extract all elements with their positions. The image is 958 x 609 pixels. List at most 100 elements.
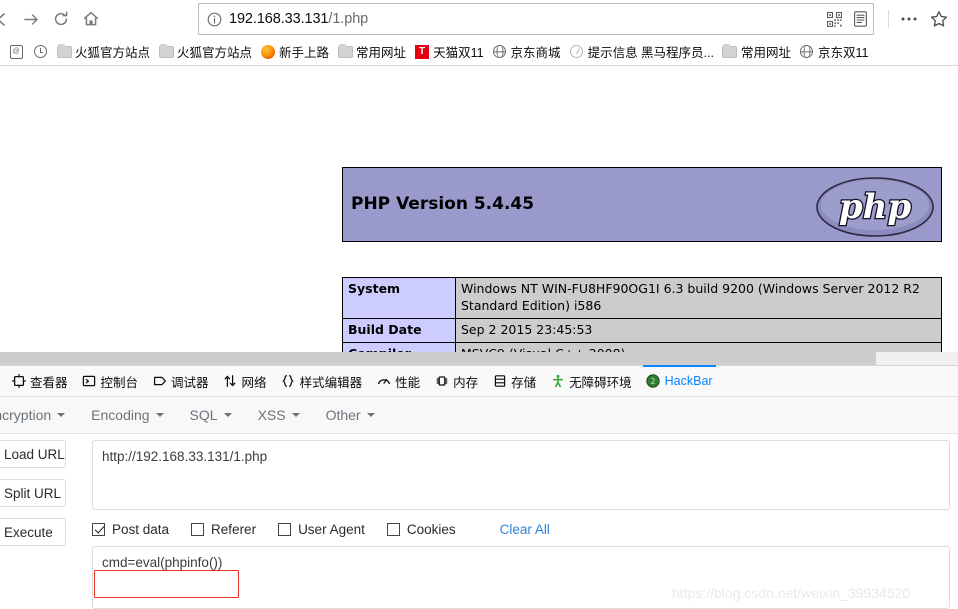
url-text[interactable]: 192.168.33.131/1.php	[229, 11, 821, 27]
table-cell-key: System	[342, 277, 456, 319]
scrollbar-thumb[interactable]	[0, 352, 876, 365]
devtools-tabbar: 查看器 控制台 调试器 网络 样式编辑器 性能 内存 存储 无障碍环境 2 Ha…	[0, 364, 958, 397]
hackbar-options: Post data Referer User Agent Cookies Cle…	[92, 522, 550, 537]
button-label: Execute	[4, 524, 53, 540]
cookies-checkbox[interactable]	[386, 523, 400, 536]
tab-hackbar[interactable]: 2 HackBar	[639, 364, 720, 397]
bookmark-item[interactable]: 京东商城	[488, 41, 565, 63]
option-label: User Agent	[298, 522, 365, 537]
home-button[interactable]	[76, 4, 106, 34]
bookmark-item[interactable]: @	[4, 41, 28, 63]
reload-button[interactable]	[46, 4, 76, 34]
globe-icon	[799, 44, 815, 60]
network-icon	[223, 374, 238, 389]
menu-encoding[interactable]: Encoding	[78, 397, 176, 434]
bookmark-label: 常用网址	[740, 46, 791, 60]
tab-network[interactable]: 网络	[216, 366, 274, 397]
tab-style-editor[interactable]: 样式编辑器	[274, 366, 370, 397]
tab-performance[interactable]: 性能	[369, 366, 427, 397]
menu-label: SQL	[189, 407, 218, 423]
user-agent-checkbox[interactable]	[278, 523, 292, 536]
folder-icon	[722, 43, 738, 60]
menu-encryption[interactable]: Encryption	[0, 397, 78, 434]
chrome-actions	[883, 3, 954, 35]
tab-label: 调试器	[171, 375, 209, 390]
url-input[interactable]	[92, 440, 950, 510]
bookmark-item[interactable]: 新手上路	[256, 41, 333, 63]
star-icon[interactable]	[924, 4, 954, 34]
browser-chrome: 192.168.33.131/1.php @ 火狐官方站点 火狐官方站点 新手上…	[0, 0, 958, 66]
clear-all-link[interactable]: Clear All	[500, 522, 550, 537]
forward-button[interactable]	[16, 4, 46, 34]
tab-debugger[interactable]: 调试器	[145, 366, 216, 397]
hackbar-menubar: Encryption Encoding SQL XSS Other	[0, 397, 958, 434]
referer-checkbox[interactable]	[191, 523, 205, 536]
reader-view-icon[interactable]	[847, 4, 873, 34]
tab-label: HackBar	[664, 374, 713, 388]
bookmark-label: 提示信息 黑马程序员...	[587, 46, 714, 60]
url-path: /1.php	[328, 11, 369, 27]
folder-icon	[56, 43, 72, 60]
menu-label: XSS	[257, 407, 286, 423]
menu-other[interactable]: Other	[313, 397, 388, 434]
option-post-data[interactable]: Post data	[92, 522, 169, 537]
url-bar[interactable]: 192.168.33.131/1.php	[198, 3, 874, 35]
bookmark-label: 新手上路	[279, 46, 330, 60]
folder-icon	[337, 43, 353, 60]
button-label: Load URL	[4, 446, 65, 462]
url-bar-actions	[821, 4, 873, 34]
debugger-icon	[152, 374, 167, 389]
tab-accessibility[interactable]: 无障碍环境	[543, 366, 639, 397]
chrome-divider	[888, 10, 889, 28]
tab-label: 内存	[453, 375, 479, 390]
bookmark-item[interactable]: 火狐官方站点	[52, 41, 154, 63]
hackbar-action-buttons: Load URL ✂ Split URL Execute	[0, 440, 66, 557]
execute-button[interactable]: Execute	[0, 518, 66, 546]
memory-icon	[434, 374, 449, 389]
url-host: 192.168.33.131	[229, 11, 329, 27]
bookmark-item[interactable]: 火狐官方站点	[154, 41, 256, 63]
tab-label: 样式编辑器	[299, 375, 363, 390]
chevron-down-icon	[155, 413, 164, 417]
bookmark-item[interactable]	[28, 41, 52, 63]
chevron-down-icon	[291, 413, 300, 417]
devtools-panel: 查看器 控制台 调试器 网络 样式编辑器 性能 内存 存储 无障碍环境 2 Ha…	[0, 364, 958, 609]
storage-icon	[492, 374, 507, 389]
bookmark-item[interactable]: 提示信息 黑马程序员...	[565, 41, 718, 63]
back-button[interactable]	[0, 4, 16, 34]
bookmark-item[interactable]: T 天猫双11	[410, 41, 487, 63]
ellipsis-icon[interactable]	[894, 4, 924, 34]
table-row: Build Date Sep 2 2015 23:45:53	[342, 317, 942, 343]
load-url-button[interactable]: Load URL	[0, 440, 66, 468]
table-row: Compiler MSVC9 (Visual C++ 2008)	[342, 341, 942, 352]
split-url-button[interactable]: ✂ Split URL	[0, 479, 66, 507]
menu-xss[interactable]: XSS	[245, 397, 313, 434]
page-horizontal-scrollbar[interactable]	[0, 352, 958, 365]
tab-storage[interactable]: 存储	[485, 366, 543, 397]
menu-sql[interactable]: SQL	[177, 397, 245, 434]
bookmark-item[interactable]: 常用网址	[333, 41, 410, 63]
post-data-checkbox[interactable]	[92, 523, 105, 536]
tab-label: 控制台	[100, 375, 139, 390]
watermark-text: https://blog.csdn.net/weixin_39934520	[672, 585, 911, 601]
option-cookies[interactable]: Cookies	[386, 522, 456, 537]
tab-inspector[interactable]: 查看器	[4, 366, 75, 397]
chevron-down-icon	[57, 413, 66, 417]
tab-memory[interactable]: 内存	[427, 366, 485, 397]
qr-code-icon[interactable]	[821, 4, 847, 34]
phpinfo-table: System Windows NT WIN-FU8HF90OG1I 6.3 bu…	[342, 277, 942, 352]
tab-label: 存储	[511, 375, 537, 390]
bookmark-label: 京东双11	[817, 46, 869, 60]
performance-icon	[376, 374, 391, 389]
bookmark-item[interactable]: 京东双11	[795, 41, 872, 63]
table-cell-value: Windows NT WIN-FU8HF90OG1I 6.3 build 920…	[455, 277, 942, 319]
clock-icon	[32, 44, 48, 60]
option-referer[interactable]: Referer	[191, 522, 256, 537]
option-label: Cookies	[406, 522, 456, 537]
option-user-agent[interactable]: User Agent	[278, 522, 365, 537]
tab-console[interactable]: 控制台	[75, 366, 146, 397]
hackbar-panel: Encryption Encoding SQL XSS Other Load U…	[0, 397, 958, 609]
table-row: System Windows NT WIN-FU8HF90OG1I 6.3 bu…	[342, 277, 942, 319]
info-circle-icon[interactable]	[199, 4, 229, 34]
bookmark-item[interactable]: 常用网址	[718, 41, 795, 63]
